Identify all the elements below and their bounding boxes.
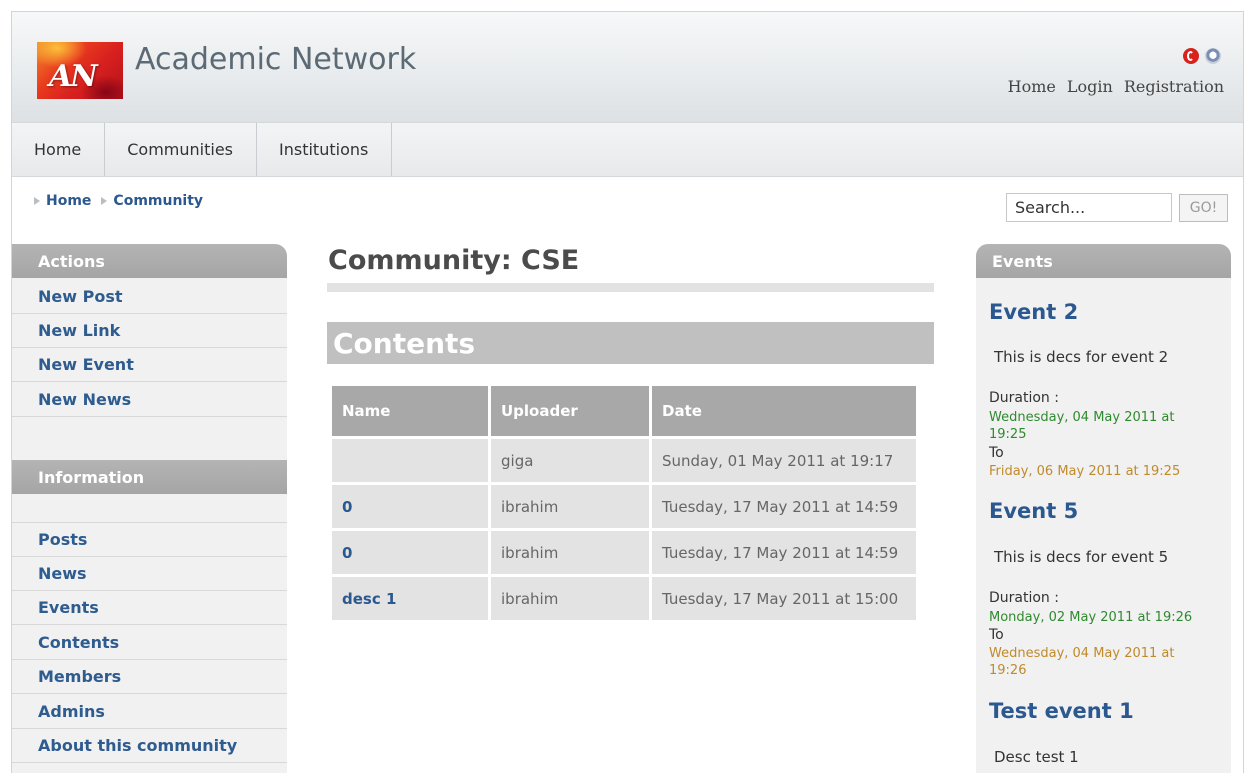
column-header-name[interactable]: Name xyxy=(332,386,488,436)
event-description: Desc test 1 xyxy=(994,748,1079,766)
event-description: This is decs for event 2 xyxy=(994,348,1169,366)
turkish-flag-icon[interactable] xyxy=(1183,48,1199,64)
action-new-post[interactable]: New Post xyxy=(12,280,287,314)
logo-text: AN xyxy=(49,59,98,94)
top-link-registration[interactable]: Registration xyxy=(1124,77,1224,96)
content-name[interactable]: 0 xyxy=(332,531,488,574)
info-members[interactable]: Members xyxy=(12,660,287,694)
site-logo[interactable]: AN xyxy=(37,42,123,99)
information-spacer xyxy=(12,489,287,523)
search-input[interactable] xyxy=(1006,193,1172,222)
content-date: Sunday, 01 May 2011 at 19:17 xyxy=(652,439,916,482)
content-uploader: ibrahim xyxy=(491,531,649,574)
event-to-label: To xyxy=(989,445,1004,461)
breadcrumb-community[interactable]: Community xyxy=(113,193,203,209)
info-contents[interactable]: Contents xyxy=(12,626,287,660)
breadcrumb: Home Community xyxy=(34,193,203,209)
content-date: Tuesday, 17 May 2011 at 14:59 xyxy=(652,531,916,574)
site-header: AN Academic Network Home Login Registrat… xyxy=(12,12,1243,122)
main-nav: Home Communities Institutions xyxy=(12,122,1243,177)
english-flag-icon[interactable] xyxy=(1205,48,1221,64)
top-link-home[interactable]: Home xyxy=(1008,77,1056,96)
content-date: Tuesday, 17 May 2011 at 14:59 xyxy=(652,485,916,528)
info-about-community[interactable]: About this community xyxy=(12,729,287,763)
site-title: Academic Network xyxy=(135,42,417,77)
breadcrumb-arrow-icon xyxy=(34,197,40,205)
event-title[interactable]: Test event 1 xyxy=(989,699,1134,723)
info-posts[interactable]: Posts xyxy=(12,523,287,557)
nav-item-communities[interactable]: Communities xyxy=(105,123,258,176)
nav-item-institutions[interactable]: Institutions xyxy=(257,123,393,176)
title-divider xyxy=(327,283,934,292)
event-description: This is decs for event 5 xyxy=(994,548,1169,566)
events-header: Events xyxy=(976,244,1231,278)
content-name[interactable]: 0 xyxy=(332,485,488,528)
column-header-date[interactable]: Date xyxy=(652,386,916,436)
table-row: 0 ibrahim Tuesday, 17 May 2011 at 14:59 xyxy=(332,531,916,574)
language-switcher xyxy=(1183,48,1221,64)
table-row: desc 1 ibrahim Tuesday, 17 May 2011 at 1… xyxy=(332,577,916,620)
event-title[interactable]: Event 5 xyxy=(989,499,1078,523)
event-end-date: Friday, 06 May 2011 at 19:25 xyxy=(989,464,1181,479)
content-name[interactable]: desc 1 xyxy=(332,577,488,620)
event-start-date: Monday, 02 May 2011 at 19:26 xyxy=(989,610,1193,625)
content-name[interactable] xyxy=(332,439,488,482)
action-new-link[interactable]: New Link xyxy=(12,314,287,348)
event-to-label: To xyxy=(989,627,1004,643)
actions-header: Actions xyxy=(12,244,287,278)
table-row: 0 ibrahim Tuesday, 17 May 2011 at 14:59 xyxy=(332,485,916,528)
nav-item-home[interactable]: Home xyxy=(12,123,106,176)
top-links: Home Login Registration xyxy=(1008,77,1224,96)
content-uploader: ibrahim xyxy=(491,577,649,620)
breadcrumb-arrow-icon xyxy=(101,197,108,205)
content-date: Tuesday, 17 May 2011 at 15:00 xyxy=(652,577,916,620)
info-news[interactable]: News xyxy=(12,557,287,591)
info-admins[interactable]: Admins xyxy=(12,695,287,729)
page-title: Community: CSE xyxy=(328,245,580,276)
info-events[interactable]: Events xyxy=(12,591,287,625)
event-duration-label: Duration : xyxy=(989,590,1059,606)
contents-section-header: Contents xyxy=(327,322,934,364)
column-header-uploader[interactable]: Uploader xyxy=(491,386,649,436)
action-new-news[interactable]: New News xyxy=(12,383,287,417)
table-row: giga Sunday, 01 May 2011 at 19:17 xyxy=(332,439,916,482)
event-title[interactable]: Event 2 xyxy=(989,300,1078,324)
action-new-event[interactable]: New Event xyxy=(12,348,287,382)
event-end-date: Wednesday, 04 May 2011 at 19:26 xyxy=(989,646,1175,678)
breadcrumb-home[interactable]: Home xyxy=(46,193,91,209)
table-header-row: Name Uploader Date xyxy=(332,386,916,436)
content-uploader: ibrahim xyxy=(491,485,649,528)
top-link-login[interactable]: Login xyxy=(1067,77,1113,96)
event-duration-label: Duration : xyxy=(989,390,1059,406)
content-uploader: giga xyxy=(491,439,649,482)
event-start-date: Wednesday, 04 May 2011 at 19:25 xyxy=(989,410,1175,442)
contents-table: Name Uploader Date giga Sunday, 01 May 2… xyxy=(329,383,919,623)
search-go-button[interactable]: GO! xyxy=(1179,194,1228,222)
